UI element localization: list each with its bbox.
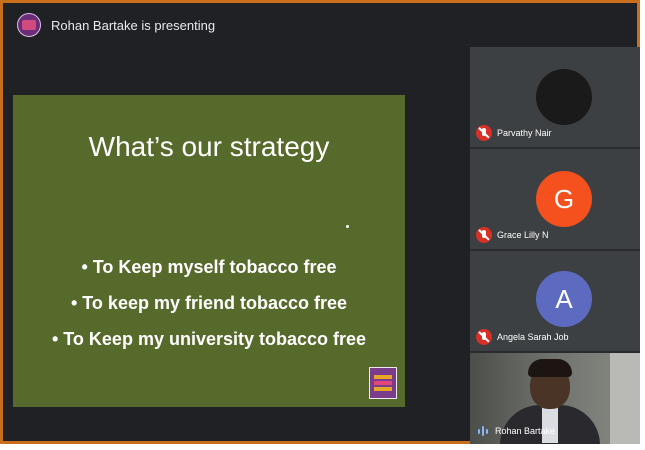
slide-title: What’s our strategy: [88, 131, 330, 162]
avatar: [536, 69, 592, 125]
slide-bullet: • To Keep myself tobacco free: [81, 257, 337, 277]
participant-name: Rohan Bartake: [495, 426, 556, 436]
participant-name-row: Grace Lilly N: [476, 227, 549, 243]
presenting-bar: Rohan Bartake is presenting: [3, 3, 637, 47]
mic-off-icon: [476, 125, 492, 141]
slide-bullet: • To Keep my university tobacco free: [51, 329, 367, 349]
cancer-society-logo-icon: [369, 367, 397, 399]
mic-off-icon: [476, 227, 492, 243]
mic-off-icon: [476, 329, 492, 345]
participant-video-tile[interactable]: Rohan Bartake: [470, 353, 640, 444]
presenter-logo-icon: [22, 20, 36, 30]
participant-name-row: Angela Sarah Job: [476, 329, 569, 345]
participant-name: Parvathy Nair: [497, 128, 552, 138]
presenter-avatar: [17, 13, 41, 37]
video-person-hair: [528, 359, 572, 377]
participant-tile[interactable]: Parvathy Nair: [470, 47, 640, 147]
audio-level-icon: [476, 424, 490, 438]
presenting-label: Rohan Bartake is presenting: [51, 17, 216, 33]
participant-tiles: Parvathy Nair G Grace Lilly N A Angela S…: [470, 47, 640, 444]
slide-bullets: • To Keep myself tobacco free • To keep …: [13, 249, 405, 357]
participant-name: Grace Lilly N: [497, 230, 549, 240]
slide-bullet: • To keep my friend tobacco free: [70, 293, 348, 313]
participant-tile[interactable]: G Grace Lilly N: [470, 149, 640, 249]
avatar: G: [536, 171, 592, 227]
avatar: A: [536, 271, 592, 327]
shared-slide: What’s our strategy • To Keep myself tob…: [13, 95, 405, 407]
participant-tile[interactable]: A Angela Sarah Job: [470, 251, 640, 351]
video-door: [610, 353, 640, 444]
participant-name: Angela Sarah Job: [497, 332, 569, 342]
participant-name-row: Parvathy Nair: [476, 125, 552, 141]
participant-name-row: Rohan Bartake: [476, 424, 555, 438]
slide-dot: [346, 225, 349, 228]
meeting-stage: Rohan Bartake is presenting What’s our s…: [0, 0, 640, 444]
